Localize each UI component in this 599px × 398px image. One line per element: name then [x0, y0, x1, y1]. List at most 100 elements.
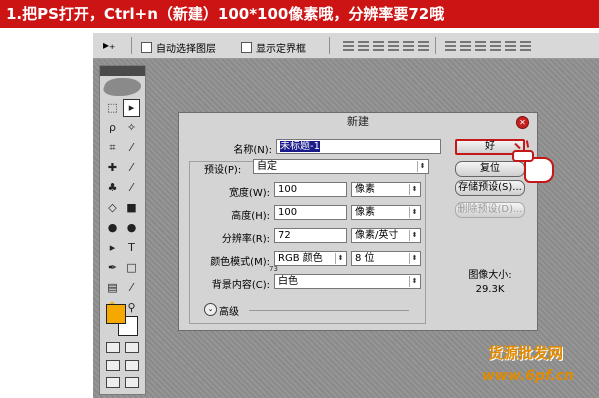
align-icons-group — [343, 39, 429, 51]
tools-panel: ⬚ ▸ ρ ✧ ⌗ ⁄ ✚ ⁄ ♣ ⁄ ◇ ■ ● ● ▸ T ✒ □ ▤ ⁄ … — [99, 65, 146, 395]
clone-stamp-icon[interactable]: ♣ — [104, 179, 121, 197]
height-unit-value: 像素 — [355, 207, 375, 218]
advanced-divider — [249, 310, 409, 311]
shape-tool-icon[interactable]: □ — [123, 259, 140, 277]
width-unit-value: 像素 — [355, 184, 375, 195]
chevron-updown-icon: ⬍ — [409, 184, 419, 195]
background-contents-select[interactable]: 白色 ⬍ — [274, 274, 421, 289]
distribute-top-icon[interactable] — [445, 39, 456, 51]
name-value: 未标题-1 — [280, 141, 320, 152]
jump-to-imageready-icon[interactable] — [106, 377, 120, 388]
expand-advanced-icon[interactable]: ⌄ — [204, 303, 217, 316]
image-size-label: 图像大小: — [468, 270, 512, 281]
edit-icon[interactable] — [125, 377, 139, 388]
align-top-icon[interactable] — [343, 39, 354, 51]
align-right-icon[interactable] — [418, 39, 429, 51]
pen-tool-icon[interactable]: ✒ — [104, 259, 121, 277]
preset-label: 预设(P): — [204, 165, 242, 176]
resolution-unit-select[interactable]: 像素/英寸 ⬍ — [351, 228, 421, 243]
gradient-tool-icon[interactable]: ■ — [123, 199, 140, 217]
align-left-icon[interactable] — [388, 39, 399, 51]
brush-tool-icon[interactable]: ⁄ — [123, 159, 140, 177]
preset-select[interactable]: 自定 ⬍ — [253, 159, 429, 174]
resolution-unit-value: 像素/英寸 — [355, 230, 399, 241]
width-label: 宽度(W): — [228, 188, 270, 199]
magic-wand-icon[interactable]: ✧ — [123, 119, 140, 137]
foreground-color-swatch[interactable] — [106, 304, 126, 324]
options-separator — [131, 37, 132, 54]
chevron-updown-icon: ⬍ — [409, 230, 419, 241]
name-field[interactable]: 未标题-1 — [276, 139, 441, 154]
chevron-updown-icon: ⬍ — [409, 207, 419, 218]
checkbox-box[interactable] — [241, 42, 252, 53]
background-contents-label: 背景内容(C): — [211, 280, 270, 291]
align-bottom-icon[interactable] — [373, 39, 384, 51]
eyedropper-icon[interactable]: ⁄ — [123, 279, 140, 297]
options-separator — [329, 37, 330, 54]
options-bar: ▸₊ 自动选择图层 显示定界框 — [93, 33, 599, 59]
path-select-icon[interactable]: ▸ — [104, 239, 121, 257]
slice-tool-icon[interactable]: ⁄ — [123, 139, 140, 157]
height-unit-select[interactable]: 像素 ⬍ — [351, 205, 421, 220]
width-unit-select[interactable]: 像素 ⬍ — [351, 182, 421, 197]
resolution-field[interactable]: 72 — [274, 228, 347, 243]
watermark-url: www.6pf.cn — [482, 368, 574, 384]
chevron-updown-icon: ⬍ — [409, 253, 419, 264]
marquee-tool-icon[interactable]: ⬚ — [104, 99, 121, 117]
options-separator — [435, 37, 436, 54]
new-document-dialog: 新建 ✕ 名称(N): 未标题-1 预设(P): 自定 ⬍ 宽度(W): 100 … — [178, 112, 538, 331]
hand-finger — [512, 150, 534, 162]
notes-tool-icon[interactable]: ▤ — [104, 279, 121, 297]
tool-grid: ⬚ ▸ ρ ✧ ⌗ ⁄ ✚ ⁄ ♣ ⁄ ◇ ■ ● ● ▸ T ✒ □ ▤ ⁄ … — [104, 99, 141, 318]
checkbox-box[interactable] — [141, 42, 152, 53]
blur-tool-icon[interactable]: ● — [104, 219, 121, 237]
show-bounds-label: 显示定界框 — [256, 44, 306, 55]
close-icon[interactable]: ✕ — [516, 116, 529, 129]
align-vcenter-icon[interactable] — [358, 39, 369, 51]
lasso-tool-icon[interactable]: ρ — [104, 119, 121, 137]
advanced-label: 高级 — [219, 307, 239, 318]
screen-mode-full-icon[interactable] — [125, 360, 139, 371]
color-mode-value: RGB 颜色 — [278, 253, 323, 264]
eraser-tool-icon[interactable]: ◇ — [104, 199, 121, 217]
screen-mode-icon[interactable] — [106, 360, 120, 371]
watermark-text: 货源批发网 — [488, 344, 564, 362]
quick-mask-icon[interactable] — [125, 342, 139, 353]
chevron-updown-icon: ⬍ — [409, 276, 419, 287]
standard-mode-icon[interactable] — [106, 342, 120, 353]
auto-select-checkbox[interactable]: 自动选择图层 — [141, 40, 216, 55]
distribute-hcenter-icon[interactable] — [505, 39, 516, 51]
tutorial-banner: 1.把PS打开，Ctrl+n（新建）100*100像素哦，分辨率要72哦 — [0, 0, 599, 28]
distribute-left-icon[interactable] — [490, 39, 501, 51]
color-mode-select[interactable]: RGB 颜色 ⬍ — [274, 251, 347, 266]
type-tool-icon[interactable]: T — [123, 239, 140, 257]
distribute-bottom-icon[interactable] — [475, 39, 486, 51]
pointing-hand-icon — [512, 140, 562, 187]
align-hcenter-icon[interactable] — [403, 39, 414, 51]
move-tool-icon[interactable]: ▸₊ — [103, 38, 115, 52]
background-contents-value: 白色 — [278, 276, 298, 287]
color-mode-label: 颜色模式(M): — [210, 257, 270, 268]
crop-tool-icon[interactable]: ⌗ — [104, 139, 121, 157]
bit-depth-select[interactable]: 8 位 ⬍ — [351, 251, 421, 266]
healing-brush-icon[interactable]: ✚ — [104, 159, 121, 177]
history-brush-icon[interactable]: ⁄ — [123, 179, 140, 197]
dodge-tool-icon[interactable]: ● — [123, 219, 140, 237]
distribute-right-icon[interactable] — [520, 39, 531, 51]
chevron-updown-icon: ⬍ — [417, 161, 427, 172]
resolution-label: 分辨率(R): — [221, 234, 270, 245]
height-field[interactable]: 100 — [274, 205, 347, 220]
feather-logo — [100, 78, 145, 96]
chevron-updown-icon: ⬍ — [335, 253, 345, 264]
distribute-vcenter-icon[interactable] — [460, 39, 471, 51]
image-size-value: 29.3K — [475, 284, 505, 295]
show-bounds-checkbox[interactable]: 显示定界框 — [241, 40, 306, 55]
width-field[interactable]: 100 — [274, 182, 347, 197]
move-tool-icon[interactable]: ▸ — [123, 99, 140, 117]
preset-value: 自定 — [257, 161, 277, 172]
auto-select-label: 自动选择图层 — [156, 44, 216, 55]
distribute-icons-group — [445, 39, 531, 51]
tools-panel-header[interactable] — [100, 66, 145, 76]
bit-depth-value: 8 位 — [355, 253, 375, 264]
delete-preset-button: 删除预设(D)... — [455, 202, 525, 218]
